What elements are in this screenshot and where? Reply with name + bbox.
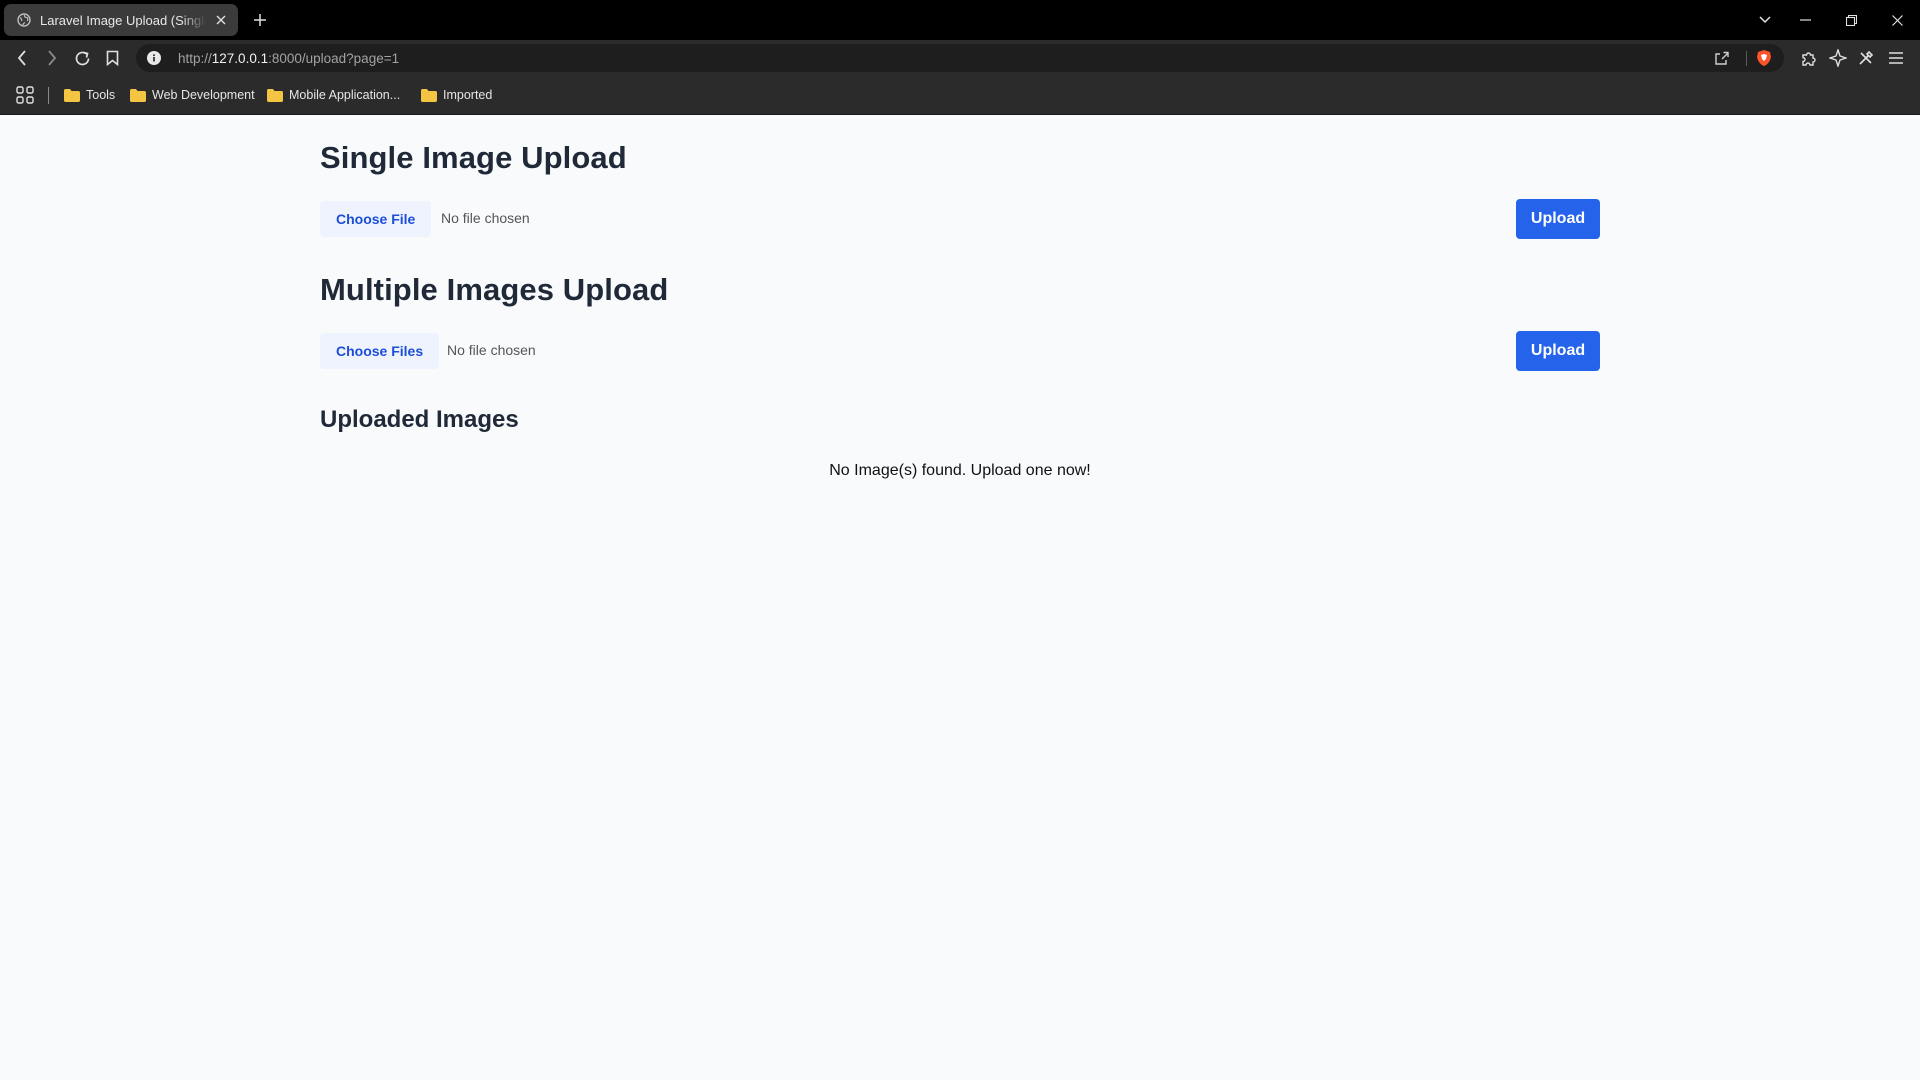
back-icon[interactable] bbox=[10, 46, 34, 70]
forward-icon[interactable] bbox=[40, 46, 64, 70]
close-tab-icon[interactable] bbox=[212, 11, 230, 29]
page-content: Single Image Upload Choose File No file … bbox=[0, 115, 1920, 1080]
bookmark-label: Imported bbox=[443, 88, 493, 102]
bookmark-folder-mobile-application[interactable]: Mobile Application... bbox=[267, 85, 400, 105]
bookmark-icon[interactable] bbox=[100, 46, 124, 70]
site-info-icon[interactable] bbox=[146, 50, 162, 66]
bookmark-folder-imported[interactable]: Imported bbox=[421, 85, 492, 105]
apps-grid-icon[interactable] bbox=[16, 86, 34, 104]
bookmark-label: Web Development bbox=[152, 88, 255, 102]
folder-icon bbox=[64, 88, 80, 102]
tab-title: Laravel Image Upload (Single + bbox=[40, 12, 206, 28]
choose-files-button[interactable]: Choose Files bbox=[320, 333, 440, 369]
multiple-upload-form: Choose Files No file chosen Upload bbox=[320, 331, 1600, 371]
tab-strip: Laravel Image Upload (Single + bbox=[0, 0, 1920, 40]
single-upload-form: Choose File No file chosen Upload bbox=[320, 199, 1600, 239]
share-icon[interactable] bbox=[1714, 44, 1730, 72]
single-file-status: No file chosen bbox=[441, 210, 530, 226]
uploaded-images-title: Uploaded Images bbox=[320, 406, 519, 433]
brave-shields-icon[interactable] bbox=[1756, 44, 1772, 72]
single-upload-button[interactable]: Upload bbox=[1516, 199, 1600, 239]
multiple-file-status: No file chosen bbox=[447, 342, 536, 358]
extensions-icon[interactable] bbox=[1796, 46, 1820, 70]
url-path: :8000/upload?page=1 bbox=[268, 50, 400, 66]
tools-icon[interactable] bbox=[1854, 46, 1878, 70]
menu-icon[interactable] bbox=[1884, 46, 1908, 70]
restore-icon[interactable] bbox=[1838, 8, 1864, 32]
choose-file-button[interactable]: Choose File bbox=[320, 201, 432, 237]
browser-tab[interactable]: Laravel Image Upload (Single + bbox=[4, 4, 238, 36]
leo-ai-icon[interactable] bbox=[1826, 46, 1850, 70]
empty-state-message: No Image(s) found. Upload one now! bbox=[829, 462, 1091, 479]
folder-icon bbox=[421, 88, 437, 102]
url-scheme: http:// bbox=[178, 50, 212, 66]
new-tab-icon[interactable] bbox=[248, 8, 272, 32]
multiple-upload-title: Multiple Images Upload bbox=[320, 272, 669, 307]
single-upload-title: Single Image Upload bbox=[320, 140, 627, 175]
bookmark-folder-tools[interactable]: Tools bbox=[64, 85, 115, 105]
folder-icon bbox=[267, 88, 283, 102]
tab-search-chevron-icon[interactable] bbox=[1752, 8, 1778, 32]
bookmark-label: Mobile Application... bbox=[289, 88, 401, 102]
folder-icon bbox=[130, 88, 146, 102]
address-bar[interactable]: http://127.0.0.1:8000/upload?page=1 bbox=[136, 44, 1784, 72]
close-window-icon[interactable] bbox=[1884, 8, 1910, 32]
bookmark-folder-web-development[interactable]: Web Development bbox=[130, 85, 255, 105]
reload-icon[interactable] bbox=[70, 46, 94, 70]
multiple-upload-button[interactable]: Upload bbox=[1516, 331, 1600, 371]
url-host: 127.0.0.1 bbox=[211, 50, 269, 66]
bookmark-label: Tools bbox=[86, 88, 116, 102]
minimize-icon[interactable] bbox=[1792, 8, 1818, 32]
omnibox-divider bbox=[1746, 51, 1747, 66]
browser-toolbar: http://127.0.0.1:8000/upload?page=1 bbox=[0, 40, 1920, 76]
bookmarks-bar: Tools Web Development Mobile Application… bbox=[0, 76, 1920, 115]
globe-icon bbox=[16, 12, 32, 28]
bookmarks-divider bbox=[48, 87, 49, 104]
url-text[interactable]: http://127.0.0.1:8000/upload?page=1 bbox=[178, 51, 399, 66]
